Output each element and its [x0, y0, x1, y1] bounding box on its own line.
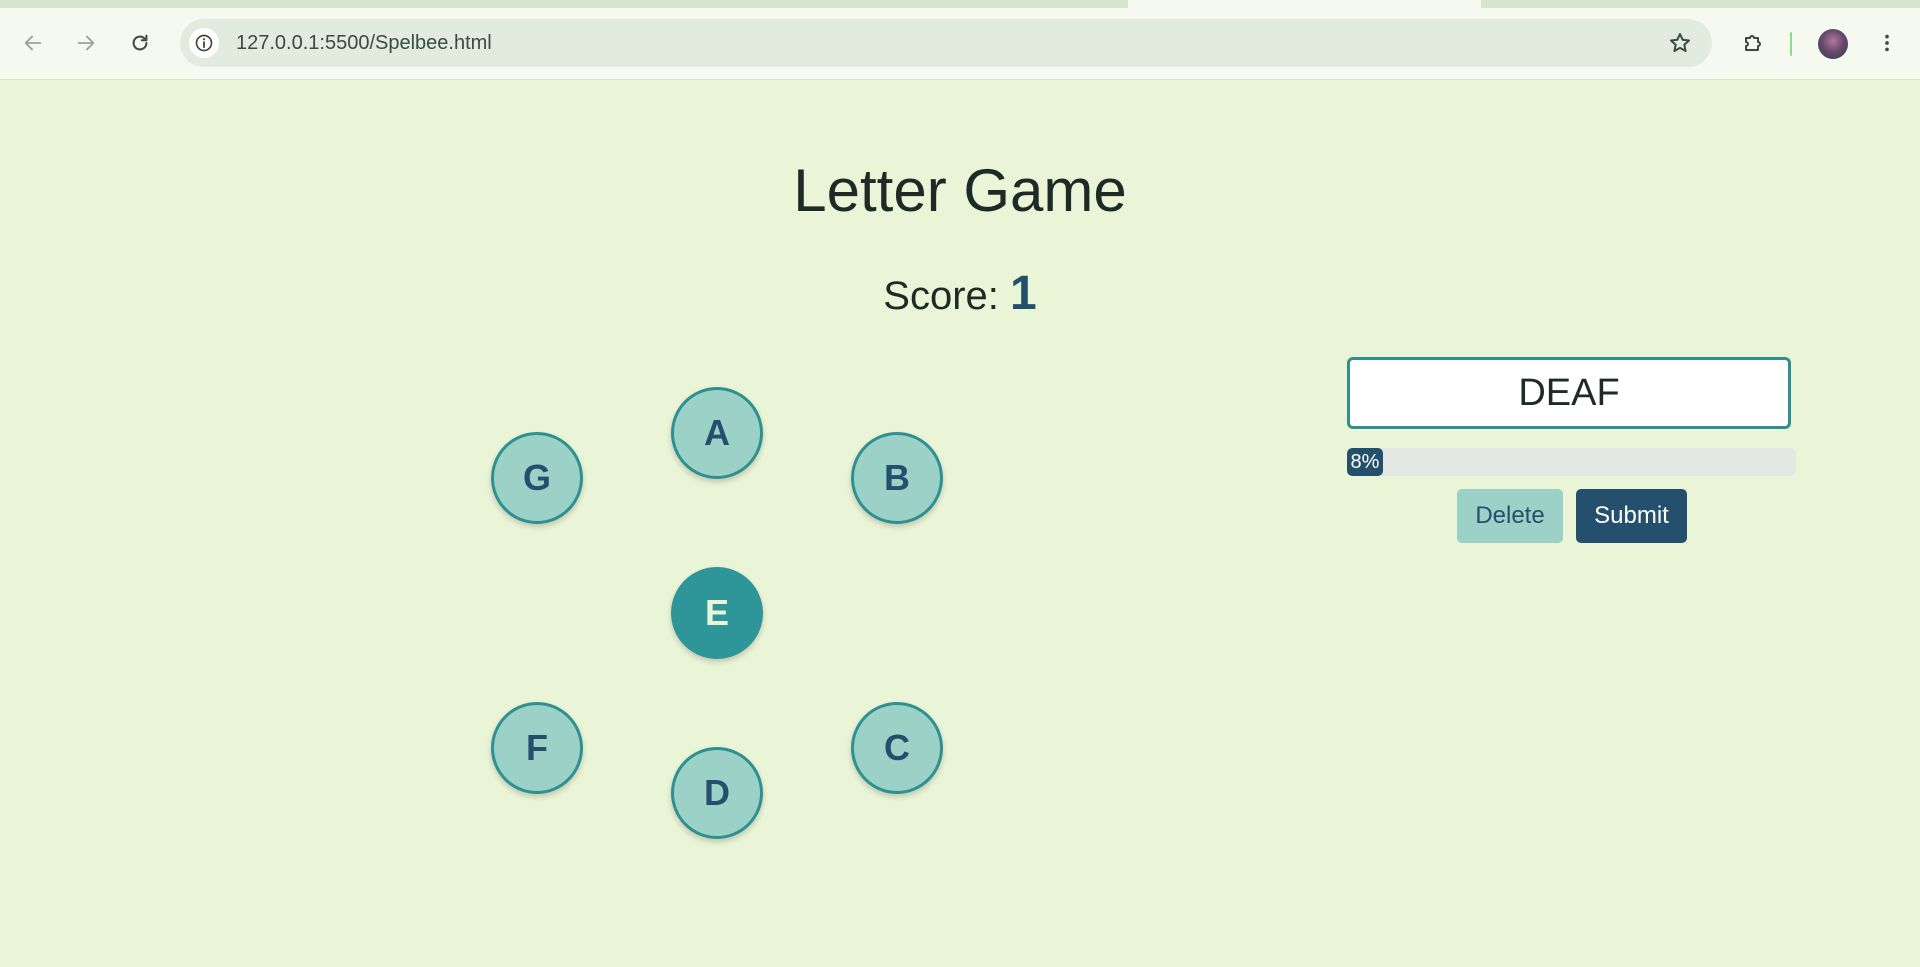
tab-strip-edge: [0, 0, 1128, 8]
score-label: Score:: [883, 274, 999, 318]
toolbar-divider: [1790, 32, 1792, 56]
letter-button-top[interactable]: A: [671, 387, 763, 479]
letter-button-lower-right[interactable]: C: [851, 702, 943, 794]
letter-button-upper-left[interactable]: G: [491, 432, 583, 524]
progress-label: 8%: [1350, 450, 1380, 473]
score-display: Score: 1: [0, 264, 1920, 326]
menu-button[interactable]: [1869, 25, 1905, 61]
kebab-menu-icon: [1885, 34, 1889, 52]
info-icon: [195, 34, 213, 52]
letter-button-bottom[interactable]: D: [671, 747, 763, 839]
forward-button[interactable]: [68, 25, 104, 61]
star-icon: [1670, 33, 1690, 52]
progress-fill: 8%: [1347, 448, 1383, 476]
site-info-button[interactable]: [189, 28, 219, 58]
letter-button-upper-right[interactable]: B: [851, 432, 943, 524]
page-title: Letter Game: [793, 157, 1127, 224]
letter-button-lower-left[interactable]: F: [491, 702, 583, 794]
arrow-right-icon: [77, 35, 95, 51]
reload-icon: [132, 34, 148, 51]
score-value: 1: [1010, 267, 1037, 320]
extensions-button[interactable]: [1735, 25, 1771, 61]
avatar[interactable]: [1818, 29, 1848, 59]
puzzle-icon: [1745, 35, 1761, 51]
back-button[interactable]: [15, 25, 51, 61]
address-bar[interactable]: 127.0.0.1:5500/Spelbee.html: [180, 19, 1712, 67]
tab-strip-edge-right: [1481, 0, 1920, 8]
reload-button[interactable]: [122, 25, 158, 61]
submit-button[interactable]: Submit: [1576, 489, 1687, 543]
progress-bar: 8%: [1347, 448, 1796, 476]
word-input[interactable]: [1347, 357, 1791, 429]
letter-button-center[interactable]: E: [671, 567, 763, 659]
bookmark-button[interactable]: [1666, 29, 1694, 57]
browser-toolbar: 127.0.0.1:5500/Spelbee.html: [0, 0, 1920, 80]
delete-button[interactable]: Delete: [1457, 489, 1563, 543]
url-text[interactable]: 127.0.0.1:5500/Spelbee.html: [236, 32, 492, 55]
arrow-left-icon: [24, 35, 42, 51]
